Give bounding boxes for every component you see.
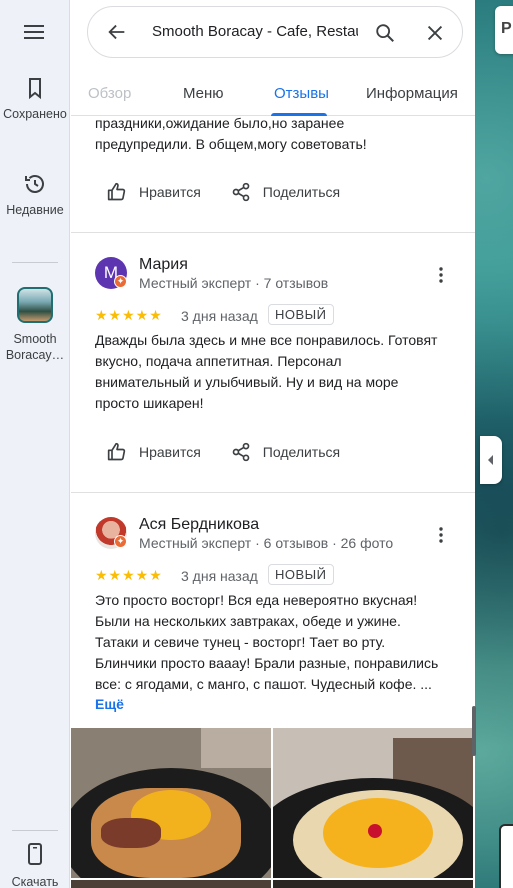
local-guide-badge: ✦ (114, 275, 127, 288)
review-line: Татаки и севиче тунец - восторг! Тает во… (95, 634, 386, 650)
review-line: все: с ягодами, с манго, с пашот. Чудесн… (95, 676, 432, 692)
rating-stars: ★★★★★ (95, 567, 163, 583)
review-line: Блинчики просто ваааy! Брали разные, пон… (95, 655, 439, 671)
map-thumbnail-corner[interactable] (499, 824, 513, 888)
new-badge: НОВЫЙ (268, 304, 334, 325)
review-line: внимательный и улыбчивый. Ну и вид на мо… (95, 374, 399, 390)
map-label-chip[interactable]: P (495, 6, 513, 54)
review-line: предупредили. В общем,могу советовать! (95, 136, 367, 152)
place-nav[interactable]: Smooth Boracay… (0, 287, 70, 363)
share-icon (232, 182, 250, 202)
more-vert-icon (439, 527, 443, 543)
menu-button[interactable] (22, 22, 48, 47)
left-rail: Сохранено Недавние Smooth Boracay… Скача… (0, 0, 70, 888)
review-photo[interactable] (273, 728, 473, 878)
review-line: праздники,ожидание было,но заранее (95, 115, 345, 131)
collapse-panel-button[interactable] (480, 436, 502, 484)
review-divider (71, 232, 475, 233)
rail-divider-bottom (12, 830, 58, 831)
review-line: Были на нескольких завтраках, обеде и уж… (95, 613, 401, 629)
recent-label: Недавние (6, 203, 64, 217)
like-button[interactable]: Нравится (107, 182, 201, 202)
tab-reviews[interactable]: Отзывы (274, 85, 329, 102)
share-icon (232, 442, 250, 462)
review-line: просто шикарен! (95, 395, 204, 411)
thumb-up-icon (107, 442, 126, 461)
search-icon[interactable] (374, 22, 396, 44)
chevron-left-icon (488, 455, 493, 465)
review-line: вкусно, подача аппетитная. Персонал (95, 353, 342, 369)
review-line: Это просто восторг! Вся еда невероятно в… (95, 592, 418, 608)
reviewer-name[interactable]: Мария (139, 256, 188, 274)
review-date: 3 дня назад (181, 568, 258, 584)
share-button[interactable]: Поделиться (231, 182, 340, 202)
search-input[interactable]: Smooth Boracay - Cafe, Restaurant (152, 23, 358, 40)
review-line: Дважды была здесь и мне все понравилось.… (95, 332, 438, 348)
review-text: Дважды была здесь и мне все понравилось.… (95, 330, 465, 414)
menu-icon (24, 25, 44, 39)
review-text: Это просто восторг! Вся еда невероятно в… (95, 590, 471, 695)
place-thumbnail (17, 287, 53, 323)
thumb-up-icon (107, 182, 126, 201)
local-guide-badge: ✦ (114, 535, 127, 548)
download-label: Скачать (11, 875, 59, 888)
review-actions: Нравится Поделиться (107, 182, 370, 202)
review-photo[interactable] (71, 728, 271, 878)
review-photo[interactable] (71, 880, 271, 888)
place-label: Smooth Boracay… (5, 332, 65, 362)
like-label: Нравится (139, 444, 201, 460)
panel-scrollbar[interactable] (472, 706, 476, 756)
review-divider (71, 492, 475, 493)
search-box[interactable]: Smooth Boracay - Cafe, Restaurant (87, 6, 463, 58)
more-vert-icon (439, 267, 443, 283)
more-options-button[interactable] (433, 266, 449, 289)
share-button[interactable]: Поделиться (231, 442, 340, 462)
rating-stars: ★★★★★ (95, 307, 163, 323)
active-tab-indicator (271, 113, 327, 116)
share-label: Поделиться (262, 444, 341, 460)
history-icon (25, 175, 44, 193)
reviewer-meta[interactable]: Местный эксперт · 7 отзывов (139, 275, 328, 291)
like-button[interactable]: Нравится (107, 442, 201, 462)
review-text-tail: праздники,ожидание было,но заранее преду… (95, 113, 465, 155)
review-date: 3 дня назад (181, 308, 258, 324)
rail-divider (12, 262, 58, 263)
close-icon[interactable] (424, 22, 446, 44)
saved-label: Сохранено (3, 107, 67, 121)
reviewer-meta[interactable]: Местный эксперт · 6 отзывов · 26 фото (139, 535, 393, 551)
place-panel: праздники,ожидание было,но заранее преду… (71, 0, 475, 888)
new-badge: НОВЫЙ (268, 564, 334, 585)
more-options-button[interactable] (433, 526, 449, 549)
review-photo[interactable] (273, 880, 473, 888)
download-nav[interactable]: Скачать (0, 842, 70, 888)
back-arrow-icon[interactable] (106, 21, 128, 43)
reviewer-name[interactable]: Ася Бердникова (139, 516, 259, 534)
read-more-link[interactable]: Ещё (95, 696, 124, 712)
review-actions: Нравится Поделиться (107, 442, 370, 462)
bookmark-icon (29, 78, 41, 100)
tab-bar: Обзор Меню Отзывы Информация (71, 76, 475, 116)
saved-nav[interactable]: Сохранено (0, 76, 70, 122)
tab-overview[interactable]: Обзор (88, 85, 131, 102)
tab-menu[interactable]: Меню (183, 85, 224, 102)
recent-nav[interactable]: Недавние (0, 172, 70, 218)
like-label: Нравится (139, 184, 201, 200)
phone-icon (28, 843, 42, 865)
tab-info[interactable]: Информация (366, 85, 458, 102)
share-label: Поделиться (262, 184, 341, 200)
